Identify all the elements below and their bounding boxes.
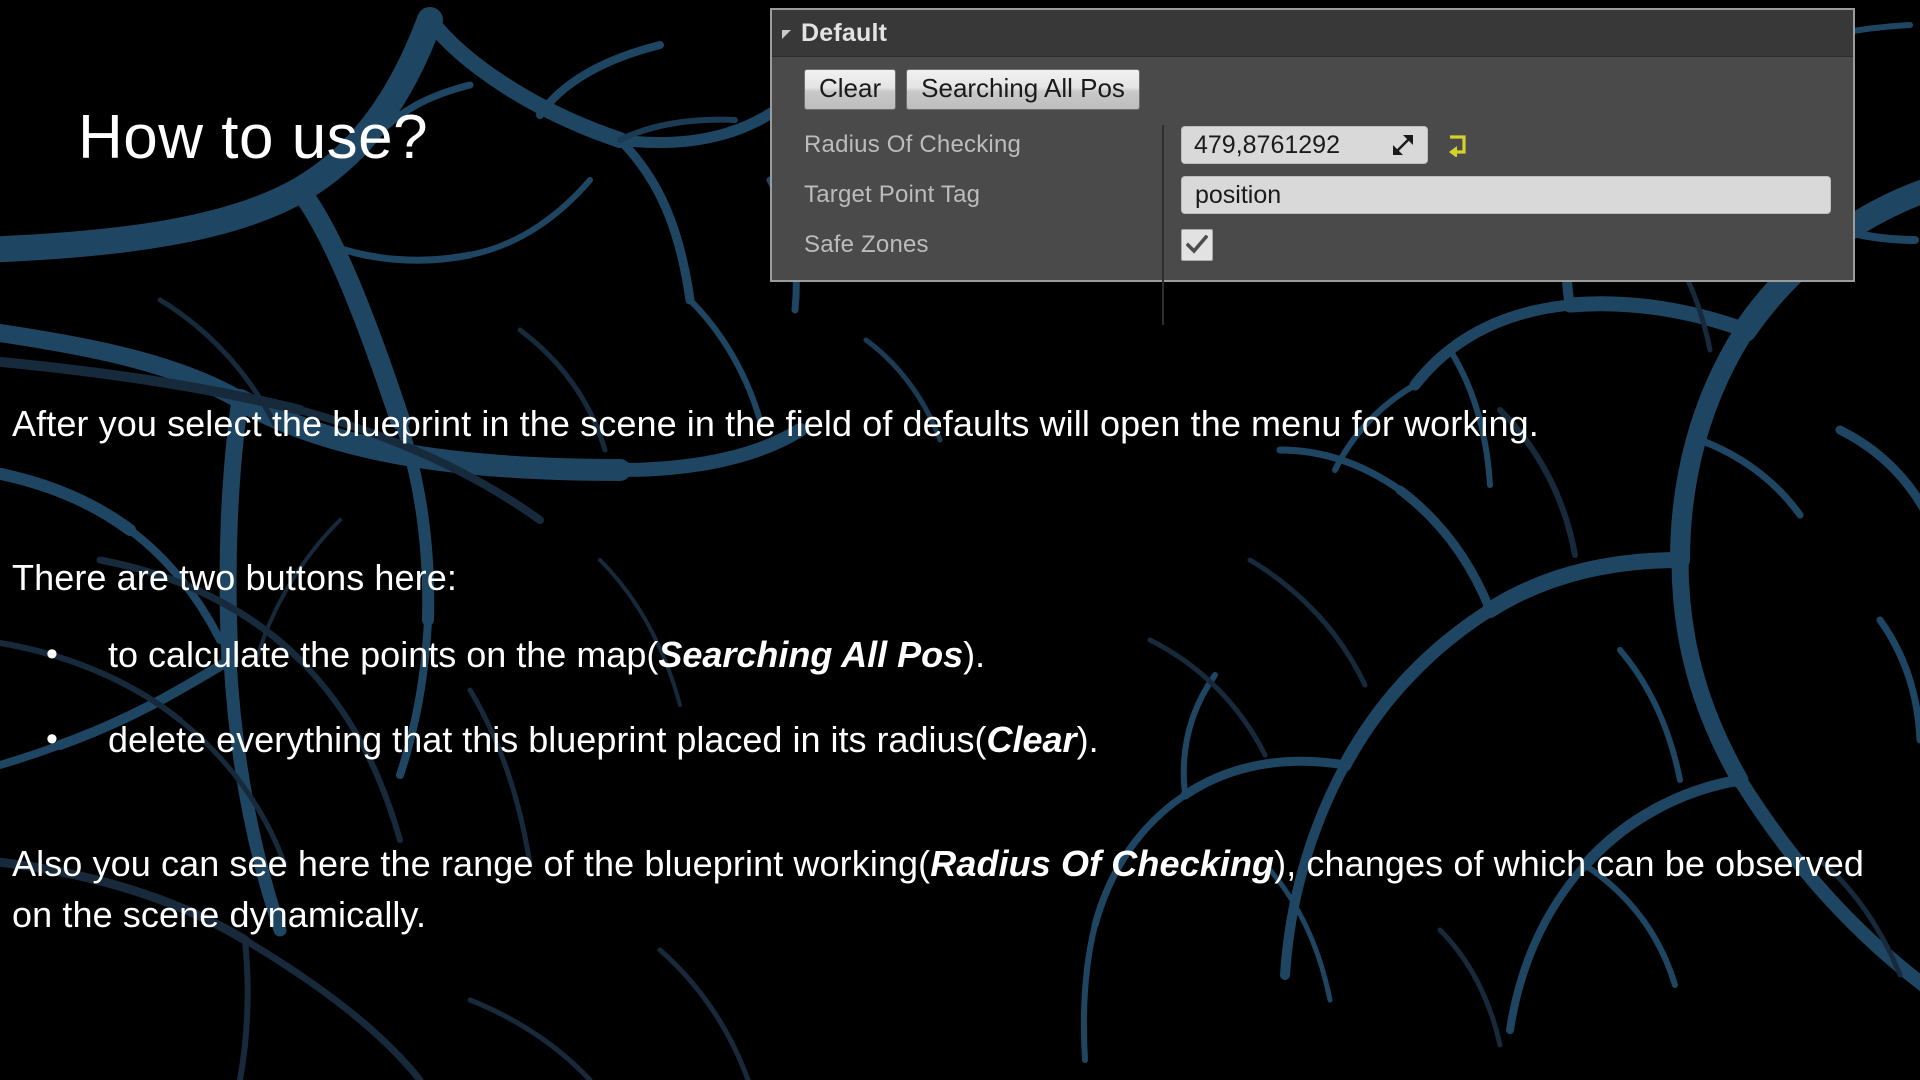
target-point-tag-input[interactable]: position (1181, 176, 1831, 215)
radius-of-checking-input[interactable]: 479,8761292 (1181, 126, 1428, 165)
bullet-text-after: ). (963, 634, 986, 675)
details-panel-header[interactable]: Default (772, 10, 1853, 57)
property-row-target-point-tag: Target Point Tag position (772, 170, 1853, 220)
triangle-expanded-icon[interactable] (782, 29, 791, 39)
bullet-text-before: delete everything that this blueprint pl… (108, 718, 987, 760)
bullet-text-before: to calculate the points on the map( (108, 634, 659, 675)
paragraph-intro: After you select the blueprint in the sc… (12, 403, 1539, 444)
property-value-safe-zones (1162, 229, 1853, 262)
property-label-safe-zones: Safe Zones (804, 231, 929, 259)
panel-button-row: Clear Searching All Pos (772, 57, 1853, 120)
slide-title: How to use? (78, 103, 429, 172)
presentation-slide: How to use? Default Clear Searching All … (0, 0, 1920, 1080)
bullet-dot-icon: • (46, 635, 58, 673)
radius-of-checking-value: 479,8761292 (1194, 130, 1340, 159)
property-row-radius-of-checking: Radius Of Checking 479,8761292 (772, 120, 1853, 170)
list-item: • to calculate the points on the map(Sear… (46, 632, 1746, 679)
reset-arrow-icon[interactable] (1446, 133, 1468, 158)
property-value-target-point-tag: position (1162, 176, 1853, 215)
bullet-dot-icon: • (46, 719, 58, 758)
property-row-safe-zones: Safe Zones (772, 220, 1853, 270)
column-splitter[interactable] (1162, 125, 1164, 325)
searching-all-pos-button[interactable]: Searching All Pos (906, 69, 1140, 111)
list-item: • delete everything that this blueprint p… (46, 717, 1746, 764)
property-label-radius-of-checking: Radius Of Checking (804, 131, 1022, 159)
bullet-emphasis: Searching All Pos (658, 634, 964, 675)
paragraph-emphasis: Radius Of Checking (930, 843, 1275, 884)
safe-zones-checkbox[interactable] (1181, 229, 1213, 262)
paragraph-text-before: Also you can see here the range of the b… (12, 843, 931, 884)
paragraph-two-buttons: There are two buttons here: (12, 557, 457, 598)
property-value-radius-of-checking: 479,8761292 (1162, 126, 1853, 165)
clear-button[interactable]: Clear (804, 69, 897, 111)
bullet-emphasis: Clear (986, 718, 1077, 760)
target-point-tag-value: position (1195, 180, 1282, 209)
bullet-text-after: ). (1076, 718, 1099, 760)
paragraph-radius-note: Also you can see here the range of the b… (12, 838, 1912, 940)
details-panel-body: Clear Searching All Pos Radius Of Checki… (772, 57, 1853, 325)
details-panel: Default Clear Searching All Pos Radius O… (770, 8, 1855, 325)
details-panel-title: Default (801, 18, 888, 47)
bullet-list: • to calculate the points on the map(Sear… (46, 632, 1746, 802)
drag-spinner-icon[interactable] (1393, 135, 1413, 156)
checkmark-icon (1186, 235, 1208, 254)
property-label-target-point-tag: Target Point Tag (804, 181, 981, 209)
